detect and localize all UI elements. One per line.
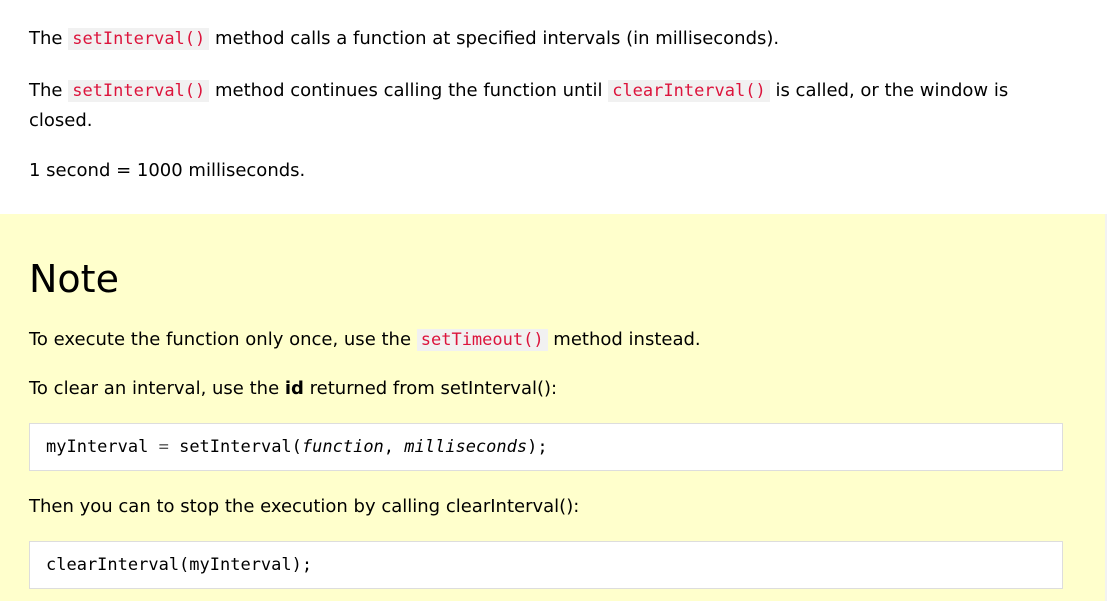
intro-section: The setInterval() method calls a functio… [0,0,1107,214]
code-example-setinterval: myInterval = setInterval(function, milli… [29,423,1063,471]
code-operator: = [148,437,180,457]
text-segment: To clear an interval, use the [29,378,285,399]
inline-code-clearinterval: clearInterval() [608,80,770,102]
code-end: ); [527,437,548,457]
note-box: Note To execute the function only once, … [0,214,1105,601]
code-example-clearinterval: clearInterval(myInterval); [29,541,1063,589]
text-segment: The [29,80,69,101]
inline-code-setinterval: setInterval() [68,80,210,102]
note-paragraph-3: Then you can to stop the execution by ca… [29,496,580,517]
note-title: Note [29,257,119,301]
bold-id: id [284,378,304,399]
code-call: setInterval( [179,437,302,457]
intro-paragraph-1: The setInterval() method calls a functio… [29,24,779,54]
page: The setInterval() method calls a functio… [0,0,1107,601]
code-separator: , [383,437,405,457]
note-paragraph-2: To clear an interval, use the id returne… [29,374,557,403]
code-variable: myInterval [46,437,149,457]
code-argument: milliseconds [404,437,528,457]
intro-paragraph-3: 1 second = 1000 milliseconds. [29,160,306,181]
inline-code-settimeout: setTimeout() [416,329,548,351]
text-segment: method calls a function at specified int… [209,28,780,49]
intro-paragraph-2: The setInterval() method continues calli… [29,76,1074,135]
text-segment: returned from setInterval(): [303,378,558,399]
note-paragraph-1: To execute the function only once, use t… [29,325,701,355]
code-argument: function [301,437,384,457]
text-segment: To execute the function only once, use t… [29,329,417,350]
text-segment: method instead. [547,329,701,350]
inline-code-setinterval: setInterval() [68,28,210,50]
text-segment: The [29,28,69,49]
text-segment: method continues calling the function un… [209,80,609,101]
